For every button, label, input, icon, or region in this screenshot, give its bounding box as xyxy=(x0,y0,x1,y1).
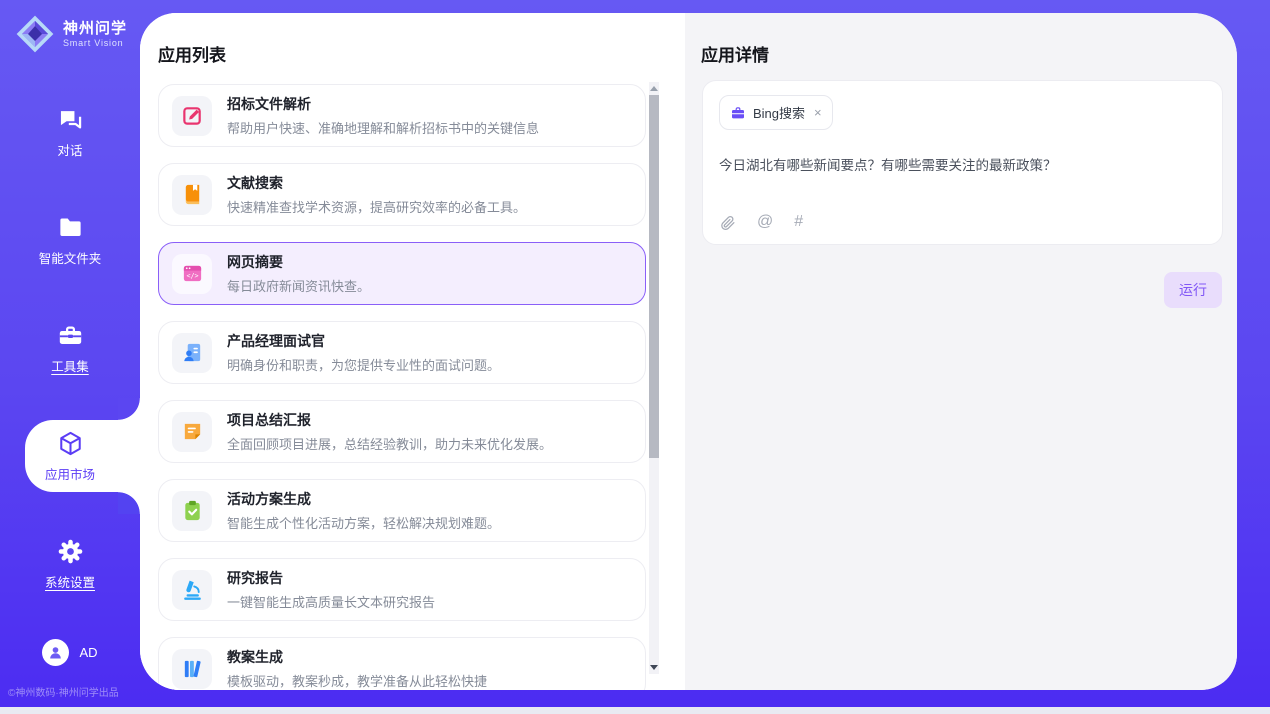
app-list-item[interactable]: 文献搜索 快速精准查找学术资源，提高研究效率的必备工具。 xyxy=(158,163,646,226)
svg-text:</>: </> xyxy=(186,272,198,280)
sidebar: 神州问学 Smart Vision 对话 智能文件夹 xyxy=(0,0,140,707)
folder-icon xyxy=(57,214,84,241)
at-icon[interactable]: @ xyxy=(757,213,773,231)
sidebar-item-label: 系统设置 xyxy=(45,572,95,591)
briefcase-icon xyxy=(730,105,746,121)
gear-icon xyxy=(57,538,84,565)
avatar xyxy=(42,639,69,666)
app-name: 招标文件解析 xyxy=(227,94,539,114)
sidebar-item-label: 智能文件夹 xyxy=(39,248,102,267)
app-list-item[interactable]: 活动方案生成 智能生成个性化活动方案，轻松解决规划难题。 xyxy=(158,479,646,542)
copyright-text: ©神州数码·神州问学出品 xyxy=(8,684,119,699)
tool-tag[interactable]: Bing搜索 × xyxy=(719,95,833,130)
sidebar-item-app-market[interactable]: 应用市场 xyxy=(0,420,140,492)
hash-icon[interactable]: # xyxy=(794,213,803,231)
sidebar-nav: 对话 智能文件夹 工具集 xyxy=(0,96,140,636)
note-icon xyxy=(181,420,204,443)
app-icon-tile xyxy=(172,491,212,531)
app-desc: 快速精准查找学术资源，提高研究效率的必备工具。 xyxy=(227,197,526,216)
app-icon-tile xyxy=(172,96,212,136)
user-profile[interactable]: AD xyxy=(0,639,140,666)
app-name: 教案生成 xyxy=(227,647,487,667)
app-window: 神州问学 Smart Vision 对话 智能文件夹 xyxy=(0,0,1270,714)
app-list-item[interactable]: 研究报告 一键智能生成高质量长文本研究报告 xyxy=(158,558,646,621)
sidebar-item-toolset[interactable]: 工具集 xyxy=(0,312,140,384)
app-icon-tile xyxy=(172,570,212,610)
app-icon-tile xyxy=(172,412,212,452)
sidebar-item-label: 工具集 xyxy=(51,356,89,375)
brand-diamond-icon xyxy=(14,13,56,55)
sidebar-item-label: 对话 xyxy=(57,140,82,159)
app-list-panel: 应用列表 招标文件解析 帮助用户快速、准确地理解和解析招标书中的关键信息 xyxy=(140,13,685,690)
run-button[interactable]: 运行 xyxy=(1164,272,1222,308)
app-name: 文献搜索 xyxy=(227,173,526,193)
scroll-down-icon[interactable] xyxy=(650,665,658,670)
brand-name: 神州问学 xyxy=(63,20,127,38)
scroll-up-icon[interactable] xyxy=(650,86,658,91)
user-name: AD xyxy=(79,645,97,660)
query-text[interactable]: 今日湖北有哪些新闻要点？有哪些需要关注的最新政策？ xyxy=(719,154,1206,174)
app-detail-panel: 应用详情 Bing搜索 × 今日湖北有哪些新闻要点？有哪些需要关注的最新政策？ xyxy=(685,13,1237,690)
scrollbar-thumb[interactable] xyxy=(649,95,659,458)
app-list-item-selected[interactable]: </> 网页摘要 每日政府新闻资讯快查。 xyxy=(158,242,646,305)
clipboard-check-icon xyxy=(181,499,204,522)
app-desc: 明确身份和职责，为您提供专业性的面试问题。 xyxy=(227,355,500,374)
app-icon-tile xyxy=(172,333,212,373)
pen-square-icon xyxy=(181,104,204,127)
app-list-item[interactable]: 招标文件解析 帮助用户快速、准确地理解和解析招标书中的关键信息 xyxy=(158,84,646,147)
app-desc: 每日政府新闻资讯快查。 xyxy=(227,276,370,295)
chat-icon xyxy=(57,106,84,133)
app-list-item[interactable]: 项目总结汇报 全面回顾项目进展，总结经验教训，助力未来优化发展。 xyxy=(158,400,646,463)
sidebar-item-label: 应用市场 xyxy=(45,464,95,483)
app-list-item[interactable]: 教案生成 模板驱动，教案秒成，教学准备从此轻松快捷 xyxy=(158,637,646,690)
brand-logo: 神州问学 Smart Vision xyxy=(14,13,127,55)
brand-subtitle: Smart Vision xyxy=(63,38,127,48)
query-card[interactable]: Bing搜索 × 今日湖北有哪些新闻要点？有哪些需要关注的最新政策？ @ # xyxy=(702,80,1223,245)
content-card: 应用列表 招标文件解析 帮助用户快速、准确地理解和解析招标书中的关键信息 xyxy=(140,13,1237,690)
app-icon-tile xyxy=(172,175,212,215)
app-desc: 智能生成个性化活动方案，轻松解决规划难题。 xyxy=(227,513,500,532)
microscope-icon xyxy=(181,578,204,601)
tool-tag-label: Bing搜索 xyxy=(753,103,805,122)
paperclip-icon[interactable] xyxy=(719,214,736,231)
app-list: 招标文件解析 帮助用户快速、准确地理解和解析招标书中的关键信息 文献搜索 xyxy=(158,84,646,690)
app-desc: 一键智能生成高质量长文本研究报告 xyxy=(227,592,435,611)
book-icon xyxy=(181,183,204,206)
app-list-item[interactable]: 产品经理面试官 明确身份和职责，为您提供专业性的面试问题。 xyxy=(158,321,646,384)
attachment-toolbar: @ # xyxy=(719,213,803,231)
sidebar-item-smart-folders[interactable]: 智能文件夹 xyxy=(0,204,140,276)
app-desc: 全面回顾项目进展，总结经验教训，助力未来优化发展。 xyxy=(227,434,552,453)
app-name: 研究报告 xyxy=(227,568,435,588)
cube-icon xyxy=(57,430,84,457)
app-name: 活动方案生成 xyxy=(227,489,500,509)
app-desc: 帮助用户快速、准确地理解和解析招标书中的关键信息 xyxy=(227,118,539,137)
list-scrollbar[interactable] xyxy=(649,82,659,674)
browser-code-icon: </> xyxy=(181,262,204,285)
app-list-title: 应用列表 xyxy=(158,41,226,66)
app-desc: 模板驱动，教案秒成，教学准备从此轻松快捷 xyxy=(227,671,487,690)
app-name: 网页摘要 xyxy=(227,252,370,272)
sidebar-item-settings[interactable]: 系统设置 xyxy=(0,528,140,600)
app-name: 项目总结汇报 xyxy=(227,410,552,430)
person-icon xyxy=(47,644,64,661)
interview-doc-icon xyxy=(181,341,204,364)
books-icon xyxy=(181,657,204,680)
app-icon-tile xyxy=(172,649,212,689)
app-icon-tile: </> xyxy=(172,254,212,294)
toolbox-icon xyxy=(57,322,84,349)
close-icon[interactable]: × xyxy=(814,105,822,120)
app-name: 产品经理面试官 xyxy=(227,331,500,351)
sidebar-item-chat[interactable]: 对话 xyxy=(0,96,140,168)
app-detail-title: 应用详情 xyxy=(701,41,769,66)
